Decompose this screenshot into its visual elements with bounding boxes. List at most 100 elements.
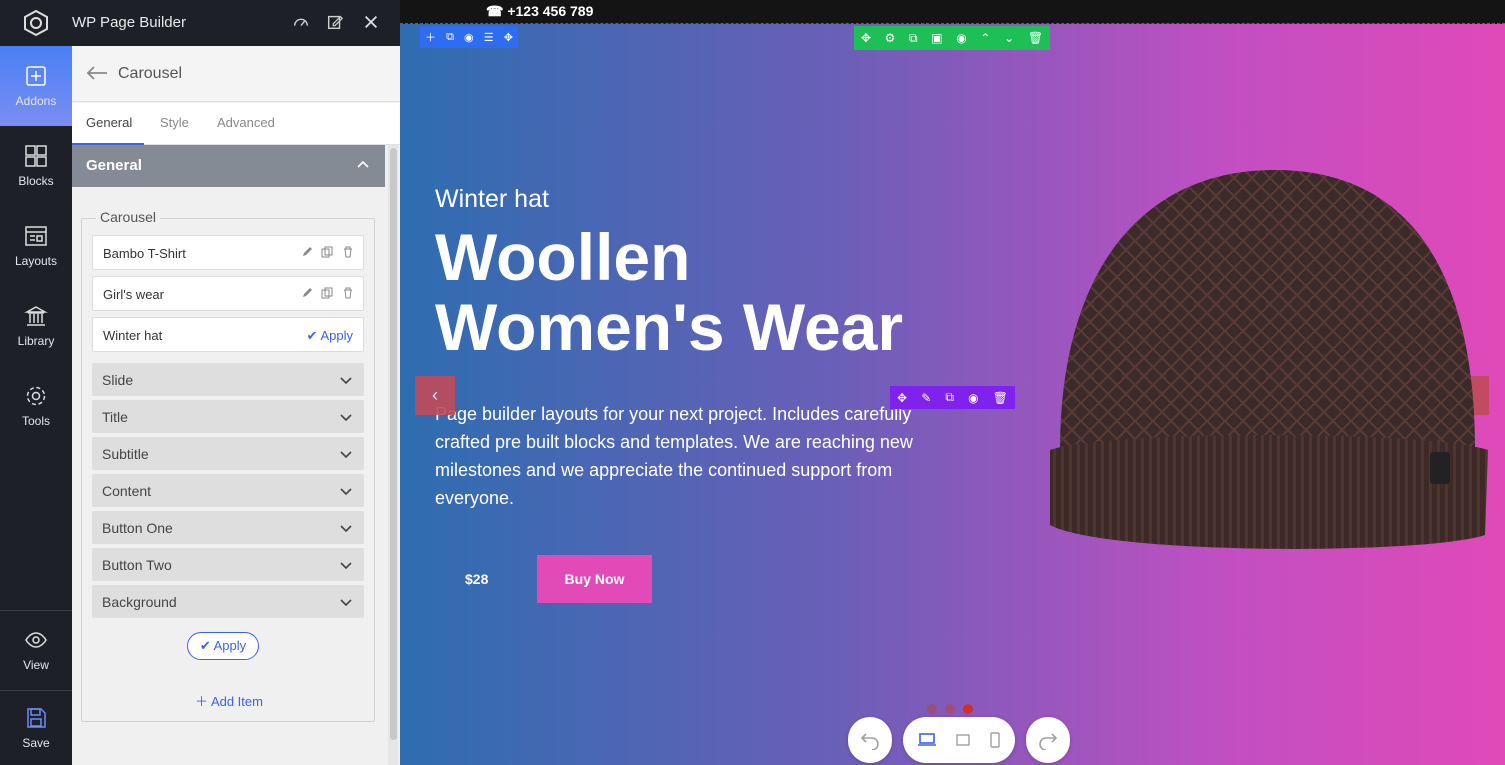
back-arrow-icon[interactable]	[86, 64, 108, 87]
accordion-label: Button Two	[102, 557, 172, 573]
left-rail: Addons Blocks Layouts Library Tools View…	[0, 0, 72, 765]
carousel-dot-active[interactable]	[963, 704, 973, 714]
duplicate-icon[interactable]: ⧉	[909, 31, 918, 46]
add-icon[interactable]: ＋	[425, 29, 436, 45]
row-toolbar: ✥ ⚙ ⧉ ▣ ◉ ⌃ ⌄ 🗑	[854, 26, 1050, 50]
redo-icon	[1039, 733, 1058, 750]
visibility-icon[interactable]: ◉	[956, 31, 966, 45]
slide-subtitle: Winter hat	[435, 185, 549, 213]
phone-icon: ☎	[486, 3, 504, 19]
speedometer-icon[interactable]	[292, 13, 312, 33]
duplicate-icon[interactable]: ⧉	[446, 31, 454, 44]
align-icon[interactable]: ☰	[484, 31, 494, 44]
layouts-icon	[25, 226, 47, 246]
accordion-label: Slide	[102, 372, 134, 388]
rail-label: Save	[22, 735, 50, 750]
item-label: Winter hat	[103, 328, 163, 343]
blocks-icon	[25, 145, 47, 167]
chevron-up-icon	[357, 157, 369, 173]
pencil-icon[interactable]	[301, 286, 315, 300]
accordion-label: Title	[102, 409, 128, 425]
mobile-icon[interactable]	[989, 732, 1001, 748]
item-label: Bambo T-Shirt	[103, 246, 186, 261]
app-logo-icon[interactable]	[0, 0, 72, 46]
rail-label: Library	[17, 334, 55, 348]
check-icon: ✔	[306, 328, 318, 343]
carousel-item[interactable]: Bambo T-Shirt	[92, 235, 364, 270]
section-general-header[interactable]: General	[72, 145, 385, 187]
rail-addons[interactable]: Addons	[0, 46, 72, 126]
addon-name: Carousel	[118, 65, 183, 82]
rail-tools[interactable]: Tools	[0, 366, 72, 446]
page-canvas: ☎ +123 456 789 ＋ ⧉ ◉ ☰ ✥ ✥ ⚙ ⧉ ▣ ◉ ⌃ ⌄ 🗑…	[400, 0, 1505, 765]
addon-toolbar: ✥ ✎ ⧉ ◉ 🗑	[890, 386, 1015, 409]
accordion-label: Button One	[102, 520, 173, 536]
visibility-icon[interactable]: ◉	[464, 31, 474, 44]
panel-scrollbar-thumb[interactable]	[390, 148, 397, 740]
tab-advanced[interactable]: Advanced	[217, 115, 275, 130]
chevron-down-icon[interactable]: ⌄	[1004, 31, 1014, 45]
settings-panel: Carousel General Style Advanced General …	[72, 46, 400, 765]
item-apply-button[interactable]: ✔ Apply	[307, 328, 353, 344]
accordion-button-two[interactable]: Button Two	[92, 548, 364, 581]
tab-general[interactable]: General	[86, 115, 132, 130]
rail-view[interactable]: View	[0, 610, 72, 690]
edit-icon[interactable]: ✎	[921, 391, 931, 405]
move-icon[interactable]: ✥	[504, 31, 513, 44]
undo-button[interactable]	[848, 717, 892, 763]
chevron-down-icon	[340, 488, 352, 496]
rail-label: Blocks	[18, 174, 54, 188]
trash-icon[interactable]	[342, 286, 356, 300]
duplicate-icon[interactable]: ⧉	[945, 390, 954, 405]
redo-button[interactable]	[1026, 717, 1070, 763]
carousel-item-active[interactable]: Winter hat ✔ Apply	[92, 317, 364, 352]
rail-layouts[interactable]: Layouts	[0, 206, 72, 286]
carousel-dot[interactable]	[945, 704, 955, 714]
accordion-content[interactable]: Content	[92, 474, 364, 507]
visibility-icon[interactable]: ◉	[968, 391, 978, 405]
accordion-button-one[interactable]: Button One	[92, 511, 364, 544]
close-icon[interactable]	[362, 13, 382, 33]
duplicate-icon[interactable]	[321, 245, 335, 259]
rail-label: View	[23, 658, 49, 672]
add-item-button[interactable]: ＋ Add Item	[82, 691, 376, 710]
carousel-item[interactable]: Girl's wear	[92, 276, 364, 311]
trash-icon[interactable]: 🗑	[1028, 31, 1043, 45]
app-title: WP Page Builder	[72, 14, 186, 31]
device-switcher	[903, 717, 1015, 763]
trash-icon[interactable]: 🗑	[993, 391, 1008, 405]
edit-icon[interactable]	[326, 13, 346, 33]
chevron-up-icon[interactable]: ⌃	[980, 31, 990, 45]
tab-style[interactable]: Style	[160, 115, 189, 130]
plus-square-icon	[26, 66, 46, 86]
chevron-down-icon	[340, 377, 352, 385]
carousel-dot[interactable]	[927, 704, 937, 714]
accordion-slide[interactable]: Slide	[92, 363, 364, 396]
accordion-label: Subtitle	[102, 446, 149, 462]
rail-library[interactable]: Library	[0, 286, 72, 366]
library-icon	[24, 306, 48, 326]
panel-tabs: General Style Advanced	[72, 103, 400, 145]
rail-blocks[interactable]: Blocks	[0, 126, 72, 206]
carousel-prev-arrow[interactable]: ‹	[415, 376, 455, 415]
pencil-icon[interactable]	[301, 245, 315, 259]
duplicate-icon[interactable]	[321, 286, 335, 300]
rail-save[interactable]: Save	[0, 690, 72, 765]
move-icon[interactable]: ✥	[861, 31, 871, 45]
move-icon[interactable]: ✥	[897, 391, 907, 405]
tablet-icon[interactable]	[955, 732, 971, 748]
accordion-label: Background	[102, 594, 177, 610]
apply-button[interactable]: ✔ Apply	[187, 632, 259, 660]
accordion-title[interactable]: Title	[92, 400, 364, 433]
desktop-icon[interactable]	[917, 732, 937, 748]
gear-icon[interactable]: ⚙	[885, 31, 896, 45]
undo-icon	[860, 733, 879, 750]
buy-now-button[interactable]: Buy Now	[537, 555, 652, 603]
trash-icon[interactable]	[342, 245, 356, 259]
slide-content: Page builder layouts for your next proje…	[435, 404, 913, 508]
section-label: General	[86, 157, 142, 174]
accordion-background[interactable]: Background	[92, 585, 364, 618]
add-item-label: Add Item	[210, 694, 263, 709]
accordion-subtitle[interactable]: Subtitle	[92, 437, 364, 470]
save-icon[interactable]: ▣	[931, 31, 942, 45]
